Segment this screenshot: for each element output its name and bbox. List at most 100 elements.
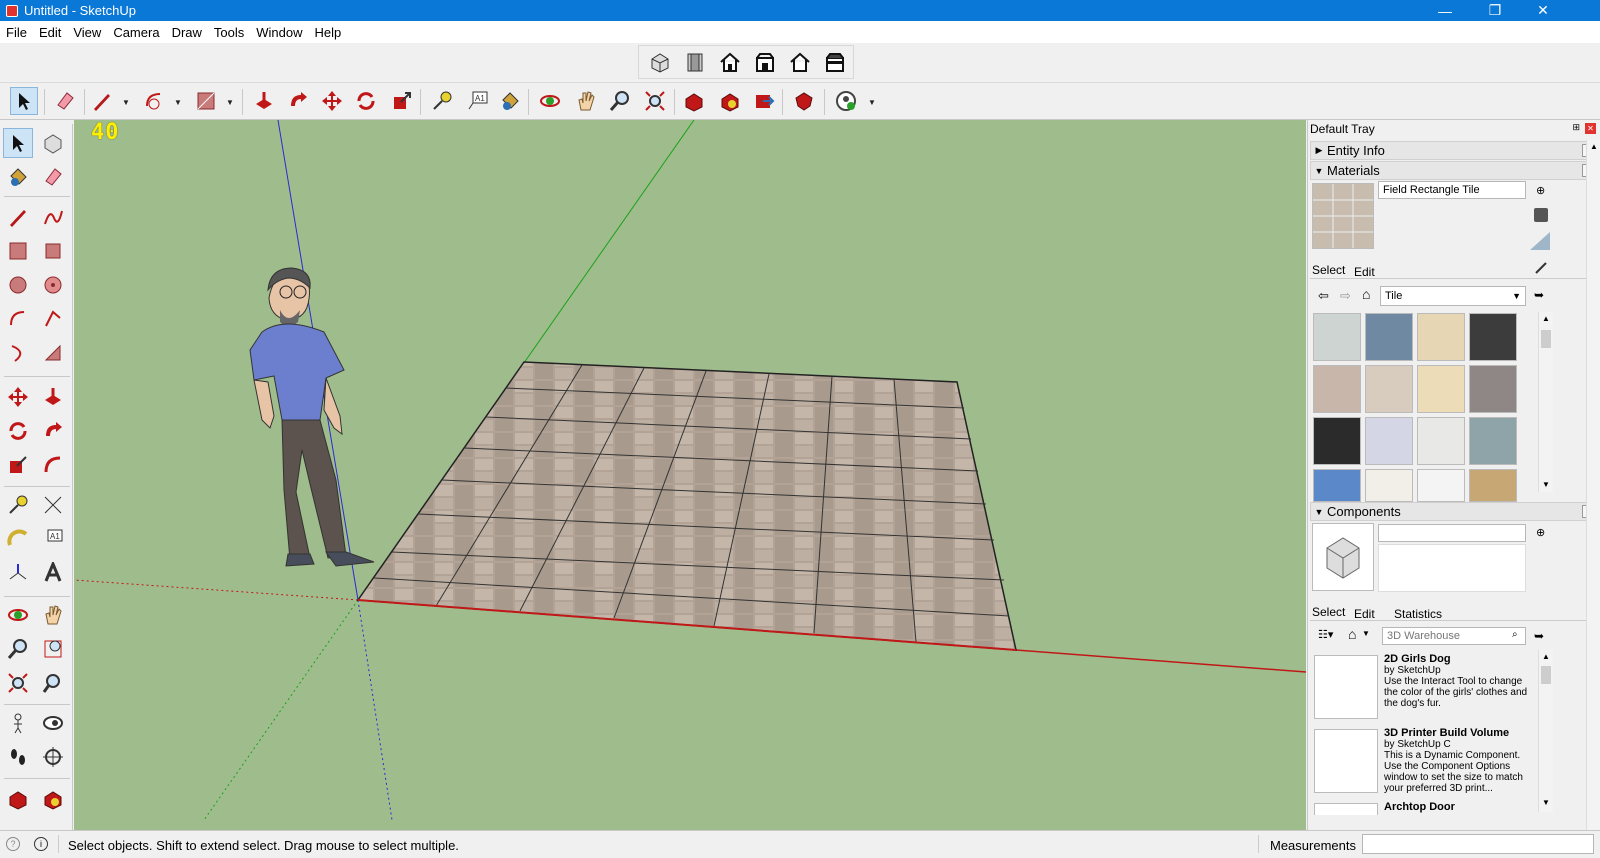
- material-swatch[interactable]: [1469, 365, 1517, 413]
- account-status-icon[interactable]: [832, 87, 860, 115]
- material-swatch[interactable]: [1417, 469, 1465, 502]
- menu-help[interactable]: Help: [309, 25, 348, 40]
- warehouse-search-input[interactable]: 3D Warehouse: [1382, 627, 1526, 645]
- material-swatch[interactable]: [1365, 417, 1413, 465]
- select-tool-icon[interactable]: [3, 128, 33, 158]
- scale-tool-icon[interactable]: [388, 87, 416, 115]
- material-swatch[interactable]: [1313, 417, 1361, 465]
- tray-pin-icon[interactable]: ⊞: [1572, 122, 1580, 133]
- pie-tool-icon[interactable]: [38, 338, 68, 368]
- arc-dropdown-icon[interactable]: ▼: [174, 98, 182, 107]
- materials-tab-select[interactable]: Select: [1312, 263, 1345, 277]
- material-preview-swatch[interactable]: [1312, 183, 1374, 249]
- two-point-arc-icon[interactable]: [38, 304, 68, 334]
- rotated-rectangle-icon[interactable]: [38, 236, 68, 266]
- minimize-button[interactable]: —: [1422, 0, 1468, 21]
- material-swatch[interactable]: [1365, 365, 1413, 413]
- view-options-icon[interactable]: ☷▾: [1318, 628, 1333, 641]
- orbit-tool-icon[interactable]: [3, 600, 33, 630]
- line-dropdown-icon[interactable]: ▼: [122, 98, 130, 107]
- navigation-dropdown-icon[interactable]: ▼: [1362, 629, 1370, 638]
- menu-window[interactable]: Window: [250, 25, 308, 40]
- material-swatch[interactable]: [1417, 365, 1465, 413]
- components-tab-statistics[interactable]: Statistics: [1394, 607, 1442, 621]
- axes-tool-icon[interactable]: [3, 558, 33, 588]
- back-arrow-icon[interactable]: ⇦: [1318, 288, 1329, 304]
- component-options-icon[interactable]: ⊕: [1536, 526, 1545, 539]
- paint-bucket-tool-icon[interactable]: [3, 162, 33, 192]
- default-material-icon[interactable]: [1530, 232, 1550, 250]
- component-list-item[interactable]: 2D Girls Dog by SketchUp Use the Interact …: [1312, 653, 1536, 723]
- material-library-select[interactable]: Tile ▼: [1380, 286, 1526, 306]
- display-secondary-sampler-icon[interactable]: [1534, 208, 1548, 222]
- make-component-icon[interactable]: [38, 128, 68, 158]
- warehouse-tool-icon[interactable]: [3, 784, 33, 814]
- material-swatch[interactable]: [1417, 313, 1465, 361]
- share-model-icon[interactable]: [750, 87, 778, 115]
- back-view-icon[interactable]: [787, 50, 812, 75]
- pan-tool-icon[interactable]: [38, 600, 68, 630]
- three-point-arc-icon[interactable]: [3, 338, 33, 368]
- paint-bucket-tool-icon[interactable]: [496, 87, 524, 115]
- details-arrow-icon[interactable]: ➥: [1534, 288, 1544, 302]
- orbit-tool-icon[interactable]: [536, 87, 564, 115]
- right-view-icon[interactable]: [752, 50, 777, 75]
- push-pull-tool-icon[interactable]: [38, 382, 68, 412]
- component-preview[interactable]: [1312, 523, 1374, 591]
- home-icon[interactable]: ⌂: [1362, 286, 1370, 302]
- extension-warehouse-icon[interactable]: [716, 87, 744, 115]
- sample-paint-icon[interactable]: [1534, 261, 1548, 275]
- tape-measure-tool-icon[interactable]: [428, 87, 456, 115]
- materials-scrollbar[interactable]: ▲ ▼: [1538, 312, 1553, 492]
- front-view-icon[interactable]: [717, 50, 742, 75]
- pencil-tool-icon[interactable]: [88, 87, 116, 115]
- zoom-extents-tool-icon[interactable]: [3, 668, 33, 698]
- material-swatch[interactable]: [1469, 417, 1517, 465]
- geolocation-icon[interactable]: ?: [6, 837, 20, 851]
- close-button[interactable]: ✕: [1520, 0, 1566, 21]
- text-tool-icon[interactable]: A1: [464, 87, 492, 115]
- polygon-tool-icon[interactable]: [38, 270, 68, 300]
- component-list-item[interactable]: Archtop Door: [1312, 801, 1536, 815]
- move-tool-icon[interactable]: [318, 87, 346, 115]
- follow-me-tool-icon[interactable]: [38, 416, 68, 446]
- component-description-field[interactable]: [1378, 544, 1526, 592]
- material-swatch[interactable]: [1365, 469, 1413, 502]
- follow-me-tool-icon[interactable]: [284, 87, 312, 115]
- maximize-button[interactable]: ❐: [1472, 0, 1518, 21]
- extension-manager-icon[interactable]: [790, 87, 818, 115]
- material-swatch[interactable]: [1417, 417, 1465, 465]
- protractor-tool-icon[interactable]: [3, 524, 33, 554]
- left-view-icon[interactable]: [822, 50, 847, 75]
- material-swatch[interactable]: [1365, 313, 1413, 361]
- tape-measure-tool-icon[interactable]: [3, 490, 33, 520]
- text-tool-icon[interactable]: A1: [38, 524, 68, 554]
- rotate-tool-icon[interactable]: [3, 416, 33, 446]
- forward-arrow-icon[interactable]: ⇨: [1340, 288, 1351, 304]
- material-swatch[interactable]: [1469, 313, 1517, 361]
- search-icon[interactable]: ⌕: [1512, 629, 1518, 640]
- tray-close-icon[interactable]: ✕: [1585, 123, 1596, 134]
- top-view-icon[interactable]: [682, 50, 707, 75]
- materials-tab-edit[interactable]: Edit: [1354, 265, 1375, 279]
- menu-tools[interactable]: Tools: [208, 25, 250, 40]
- tray-scrollbar[interactable]: ▲: [1586, 140, 1600, 830]
- line-tool-icon[interactable]: [3, 202, 33, 232]
- component-list-item[interactable]: 3D Printer Build Volume by SketchUp C This…: [1312, 727, 1536, 797]
- 3d-text-tool-icon[interactable]: [38, 558, 68, 588]
- material-swatch[interactable]: [1313, 469, 1361, 502]
- menu-file[interactable]: File: [0, 25, 33, 40]
- material-swatch[interactable]: [1313, 365, 1361, 413]
- offset-tool-icon[interactable]: [38, 450, 68, 480]
- push-pull-tool-icon[interactable]: [250, 87, 278, 115]
- extension-warehouse-icon[interactable]: [38, 784, 68, 814]
- home-icon[interactable]: ⌂: [1348, 626, 1356, 642]
- drawing-viewport[interactable]: [74, 120, 1306, 830]
- eraser-tool-icon[interactable]: [51, 87, 79, 115]
- arc-tool-icon[interactable]: [3, 304, 33, 334]
- iso-view-icon[interactable]: [647, 50, 672, 75]
- arc-tool-icon[interactable]: [140, 87, 168, 115]
- position-camera-icon[interactable]: [3, 708, 33, 738]
- menu-view[interactable]: View: [67, 25, 107, 40]
- section-plane-icon[interactable]: [38, 742, 68, 772]
